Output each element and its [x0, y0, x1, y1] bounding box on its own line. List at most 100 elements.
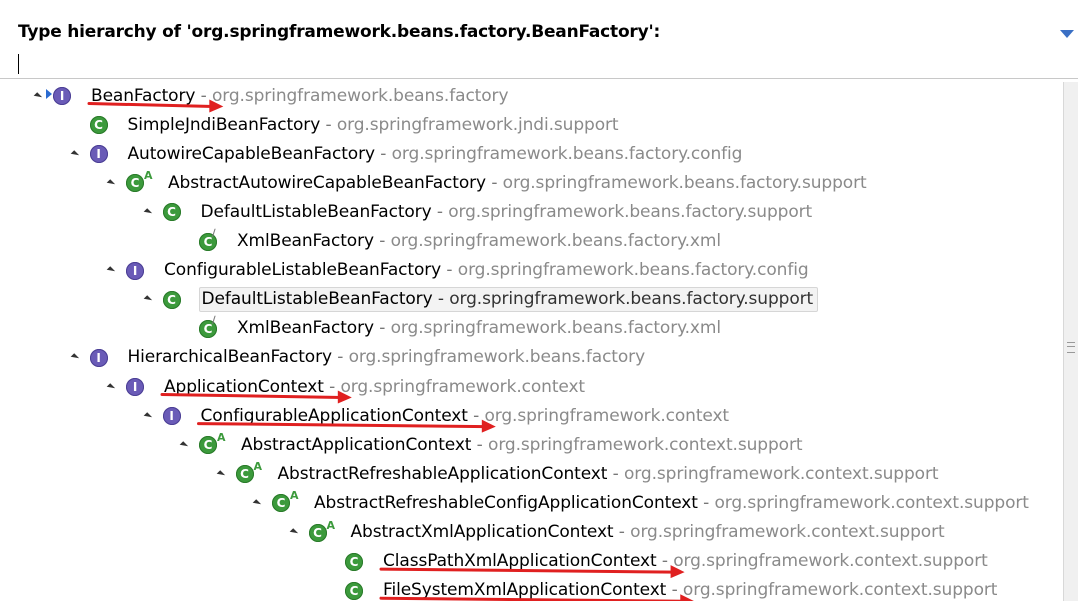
class-icon: C	[89, 116, 108, 135]
expand-toggle-icon[interactable]	[179, 440, 189, 450]
view-menu-dropdown-icon[interactable]	[1060, 30, 1074, 38]
expand-toggle-icon[interactable]	[106, 266, 116, 275]
tree-row[interactable]: C ∕ XmlBeanFactory - org.springframework.b…	[180, 315, 725, 343]
tree-row[interactable]: I AutowireCapableBeanFactory - org.spring…	[70, 140, 747, 168]
name-package-separator: -	[195, 85, 212, 106]
interface-icon: I	[126, 378, 144, 396]
expand-toggle-icon[interactable]	[106, 382, 116, 392]
tree-row[interactable]: I ApplicationContext - org.springframewor…	[106, 373, 589, 401]
binary-type-marker-icon	[46, 89, 52, 99]
expand-toggle-icon[interactable]	[143, 295, 152, 304]
tree-row-label[interactable]: SimpleJndiBeanFactory - org.springframew…	[126, 114, 623, 137]
abstract-class-icon: CA	[272, 490, 299, 513]
tree-row[interactable]: C A AbstractApplicationContext - org.sprin…	[179, 431, 806, 459]
name-package-separator: -	[331, 347, 349, 368]
package-name: org.springframework.beans.factory.config	[391, 143, 743, 164]
type-name: XmlBeanFactory	[237, 231, 374, 251]
name-package-separator: -	[431, 201, 449, 222]
package-name: org.springframework.beans.factory	[348, 347, 646, 368]
interface-icon: I	[89, 145, 108, 164]
name-package-separator: -	[320, 114, 337, 135]
interface-icon: I	[46, 87, 71, 105]
class-icon: C	[162, 290, 181, 309]
tree-row[interactable]: I BeanFactory - org.springframework.beans…	[33, 82, 512, 110]
tree-row-label[interactable]: ConfigurableApplicationContext - org.spr…	[199, 405, 734, 428]
abstract-marker-icon: A	[144, 169, 153, 183]
expand-toggle-icon[interactable]	[143, 411, 152, 421]
type-name: AbstractRefreshableApplicationContext	[277, 463, 608, 484]
type-name: HierarchicalBeanFactory	[127, 347, 333, 368]
expand-toggle-icon[interactable]	[106, 179, 116, 188]
type-hierarchy-tree[interactable]: I BeanFactory - org.springframework.beans…	[0, 82, 1062, 601]
tree-row[interactable]: C ClassPathXmlApplicationContext - org.sp…	[326, 548, 992, 576]
tree-row-label[interactable]: ConfigurableListableBeanFactory - org.sp…	[162, 259, 813, 282]
type-name: FileSystemXmlApplicationContext	[383, 580, 667, 601]
tree-row-label[interactable]: AbstractApplicationContext - org.springf…	[239, 434, 806, 457]
tree-row-label[interactable]: AbstractAutowireCapableBeanFactory - org…	[166, 172, 871, 195]
package-name: org.springframework.context.support	[682, 580, 998, 601]
tree-row-label[interactable]: ApplicationContext - org.springframework…	[162, 376, 589, 399]
deprecated-marker-icon: ∕	[212, 227, 216, 239]
tree-row-label[interactable]: XmlBeanFactory - org.springframework.bea…	[235, 230, 725, 253]
hierarchy-title: Type hierarchy of 'org.springframework.b…	[18, 22, 661, 42]
tree-row[interactable]: C SimpleJndiBeanFactory - org.springframe…	[71, 111, 623, 139]
tree-row-label[interactable]: DefaultListableBeanFactory - org.springf…	[198, 287, 819, 313]
type-name: XmlBeanFactory	[237, 318, 374, 339]
tree-row[interactable]: C A AbstractRefreshableApplicationContext …	[216, 460, 943, 488]
name-package-separator: -	[373, 231, 391, 251]
tree-row-label[interactable]: AbstractRefreshableConfigApplicationCont…	[312, 492, 1033, 515]
expand-toggle-icon[interactable]	[70, 149, 79, 159]
tree-row-label[interactable]: FileSystemXmlApplicationContext - org.sp…	[381, 579, 1001, 601]
expand-toggle-icon[interactable]	[143, 208, 152, 217]
package-name: org.springframework.beans.factory.suppor…	[502, 172, 867, 193]
abstract-marker-icon: A	[253, 460, 263, 474]
type-name: AbstractRefreshableConfigApplicationCont…	[314, 492, 698, 513]
package-name: org.springframework.jndi.support	[336, 114, 619, 135]
expand-toggle-icon[interactable]	[216, 470, 225, 479]
tree-row-label[interactable]: ClassPathXmlApplicationContext - org.spr…	[381, 550, 992, 573]
tree-row[interactable]: I ConfigurableApplicationContext - org.sp…	[143, 402, 734, 430]
type-name: ClassPathXmlApplicationContext	[383, 551, 657, 572]
tree-row[interactable]: C A AbstractRefreshableConfigApplicationCo…	[252, 489, 1033, 517]
vertical-scrollbar[interactable]	[1063, 82, 1078, 601]
name-package-separator: -	[432, 289, 450, 310]
package-name: org.springframework.context.support	[488, 434, 803, 455]
tree-row[interactable]: C DefaultListableBeanFactory - org.spring…	[143, 198, 817, 226]
type-name: ConfigurableListableBeanFactory	[164, 260, 442, 281]
type-name: SimpleJndiBeanFactory	[127, 114, 321, 135]
tree-row-label[interactable]: AbstractXmlApplicationContext - org.spri…	[349, 521, 949, 544]
tree-row-label[interactable]: DefaultListableBeanFactory - org.springf…	[199, 201, 817, 224]
package-name: org.springframework.context	[484, 405, 729, 426]
tree-row[interactable]: I ConfigurableListableBeanFactory - org.s…	[106, 257, 813, 285]
filter-input-caret[interactable]	[18, 54, 19, 74]
tree-row[interactable]: C A AbstractXmlApplicationContext - org.sp…	[289, 519, 949, 547]
tree-row[interactable]: C ∕ XmlBeanFactory - org.springframework.b…	[180, 228, 725, 256]
expand-toggle-icon[interactable]	[289, 528, 298, 537]
abstract-class-icon: CA	[199, 432, 226, 455]
name-package-separator: -	[373, 318, 391, 339]
abstract-class-icon: CA	[308, 520, 335, 542]
tree-row-label[interactable]: AutowireCapableBeanFactory - org.springf…	[126, 143, 747, 166]
name-package-separator: -	[656, 551, 674, 572]
tree-row[interactable]: C FileSystemXmlApplicationContext - org.s…	[326, 577, 1001, 601]
interface-icon: I	[89, 348, 108, 367]
scrollbar-grip[interactable]	[1067, 342, 1075, 353]
expand-toggle-icon[interactable]	[33, 91, 43, 101]
tree-row-label[interactable]: BeanFactory - org.springframework.beans.…	[89, 85, 512, 108]
class-icon: C ∕	[199, 228, 217, 251]
tree-row[interactable]: C DefaultListableBeanFactory - org.spring…	[143, 286, 819, 314]
tree-row-label[interactable]: AbstractRefreshableApplicationContext - …	[276, 463, 943, 486]
type-name: ConfigurableApplicationContext	[200, 405, 468, 426]
name-package-separator: -	[323, 376, 341, 397]
deprecated-marker-icon: ∕	[212, 314, 216, 326]
tree-row-label[interactable]: XmlBeanFactory - org.springframework.bea…	[235, 317, 725, 340]
tree-row[interactable]: C A AbstractAutowireCapableBeanFactory - o…	[106, 169, 871, 197]
tree-row-label[interactable]: HierarchicalBeanFactory - org.springfram…	[126, 346, 650, 369]
name-package-separator: -	[441, 260, 458, 281]
expand-toggle-icon[interactable]	[252, 499, 262, 508]
expand-toggle-icon[interactable]	[70, 353, 79, 363]
abstract-marker-icon: A	[326, 518, 336, 532]
package-name: org.springframework.beans.factory	[211, 85, 509, 106]
tree-row[interactable]: I HierarchicalBeanFactory - org.springfra…	[70, 344, 650, 372]
abstract-marker-icon: A	[217, 431, 226, 445]
